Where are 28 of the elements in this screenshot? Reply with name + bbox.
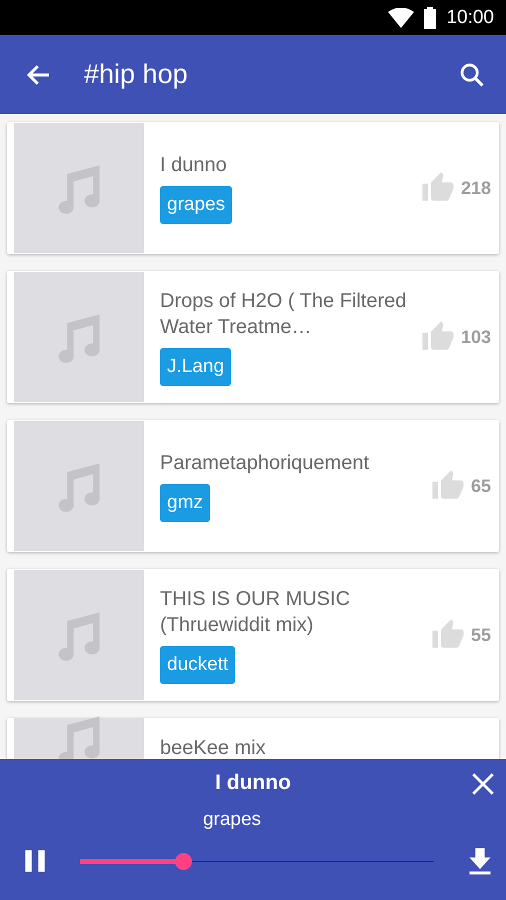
artist-tag[interactable]: J.Lang xyxy=(160,348,232,386)
track-card[interactable]: Drops of H2O ( The Filtered Water Treatme… J.Lang 103 xyxy=(7,271,499,403)
artist-tag[interactable]: grapes xyxy=(160,186,232,224)
track-title: THIS IS OUR MUSIC (Thruewiddit mix) xyxy=(160,587,352,638)
wifi-icon xyxy=(388,8,414,28)
battery-icon xyxy=(424,6,436,28)
track-card[interactable]: THIS IS OUR MUSIC (Thruewiddit mix) duckett 55 xyxy=(7,569,499,701)
track-title: I dunno xyxy=(160,153,227,178)
now-playing-artist: grapes xyxy=(202,809,262,831)
search-icon[interactable] xyxy=(458,60,486,88)
track-title: Parametaphoriquement xyxy=(160,451,370,476)
track-title: beeKee mix xyxy=(160,737,266,759)
like-count: 55 xyxy=(470,624,491,646)
close-icon[interactable] xyxy=(470,771,496,797)
screen-title: #hip hop xyxy=(84,59,189,90)
track-card[interactable]: I dunno grapes 218 xyxy=(7,122,499,254)
now-playing-title: I dunno xyxy=(215,771,291,795)
clock: 10:00 xyxy=(446,6,494,28)
track-title: Drops of H2O ( The Filtered Water Treatme… xyxy=(160,289,408,340)
seek-thumb[interactable] xyxy=(174,852,192,870)
track-card[interactable]: Parametaphoriquement gmz 65 xyxy=(7,420,499,552)
like-count: 65 xyxy=(470,476,491,496)
seek-bar[interactable] xyxy=(80,852,434,870)
artist-tag[interactable]: duckett xyxy=(160,646,236,684)
like-count: 218 xyxy=(460,178,491,198)
track-card[interactable]: beeKee mix xyxy=(7,718,499,759)
like-count: 103 xyxy=(460,326,491,348)
artist-tag[interactable]: gmz xyxy=(160,484,210,522)
